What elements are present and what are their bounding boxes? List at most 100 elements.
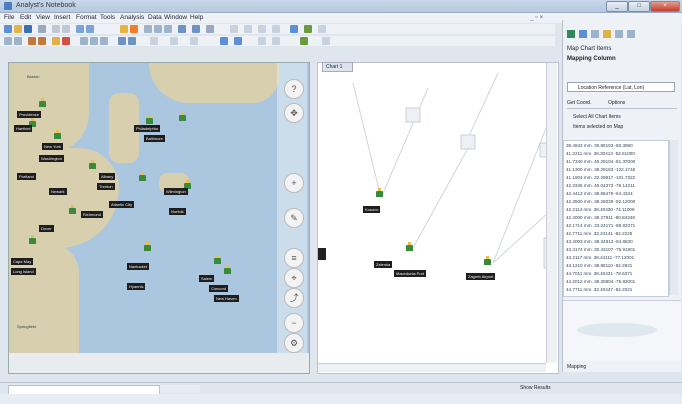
group-icon[interactable] <box>170 37 178 45</box>
ungroup-icon[interactable] <box>190 37 198 45</box>
list-item[interactable]: 39.4843 mm. 39.89193 -80.3980 <box>566 143 666 148</box>
new-icon[interactable] <box>4 25 12 33</box>
print-icon[interactable] <box>38 25 46 33</box>
settings-icon[interactable]: ⚙ <box>284 333 304 353</box>
route-icon[interactable] <box>627 30 635 38</box>
align-right-icon[interactable] <box>100 37 108 45</box>
menu-window[interactable]: Window <box>164 14 187 21</box>
menu-view[interactable]: View <box>36 14 50 21</box>
list-item[interactable]: 41.2211 mm. 38.30413 -52.61000 <box>566 151 666 156</box>
map-marker[interactable] <box>69 205 76 214</box>
list-item[interactable]: 42.4413 mm. 38.86479 -64.4344 <box>566 191 666 196</box>
map-marker[interactable] <box>214 255 221 264</box>
list-item[interactable]: 43.1210 mm. 38.88110 -92.2831 <box>566 263 666 268</box>
refresh-icon[interactable] <box>591 30 599 38</box>
menu-analysis[interactable]: Analysis <box>120 14 144 21</box>
close-button[interactable]: × <box>650 1 680 12</box>
font-color-icon[interactable] <box>62 37 70 45</box>
pointer-icon[interactable] <box>4 37 12 45</box>
chart-entity-icon[interactable] <box>406 242 413 251</box>
options-icon[interactable] <box>318 25 326 33</box>
list-item[interactable]: 42.7711 mm. 33.24141 -82.2225 <box>566 231 666 236</box>
menu-insert[interactable]: Insert <box>54 14 70 21</box>
send-back-icon[interactable] <box>128 37 136 45</box>
map-marker[interactable] <box>144 242 151 251</box>
find-icon[interactable] <box>230 25 238 33</box>
horizontal-scrollbar[interactable] <box>318 363 546 372</box>
minimize-button[interactable]: _ <box>606 1 628 12</box>
italic-icon[interactable] <box>38 37 46 45</box>
help-icon[interactable]: ? <box>284 79 304 99</box>
map-marker[interactable] <box>146 115 153 124</box>
list-item[interactable]: 44.2012 mm. 38.30804 -75.82001 <box>566 279 666 284</box>
marker-icon[interactable]: ⌖ <box>284 268 304 288</box>
undo-icon[interactable] <box>76 25 84 33</box>
tab-options[interactable]: Options <box>608 100 625 106</box>
zoom-in-icon[interactable]: + <box>284 173 304 193</box>
select-all-checkbox[interactable]: Select All Chart Items <box>573 114 621 120</box>
list-item[interactable]: 42.3500 mm. 38.28039 -92.12000 <box>566 199 666 204</box>
list-item[interactable]: 42.1714 mm. 33.24171 -88.82371 <box>566 223 666 228</box>
menu-tools[interactable]: Tools <box>100 14 115 21</box>
snapshot-icon[interactable] <box>258 37 266 45</box>
save-icon[interactable] <box>24 25 32 33</box>
geo-icon[interactable] <box>300 37 308 45</box>
map-marker[interactable] <box>139 172 146 181</box>
entity-icon[interactable] <box>130 25 138 33</box>
chart-entity-icon[interactable] <box>484 256 491 265</box>
mini-map[interactable] <box>563 300 681 361</box>
filter-icon[interactable] <box>615 30 623 38</box>
map-marker[interactable] <box>89 160 96 169</box>
arrange-icon[interactable] <box>206 25 214 33</box>
menu-file[interactable]: File <box>4 14 14 21</box>
bottom-tab-mapping[interactable]: Mapping <box>567 364 586 370</box>
cut-icon[interactable] <box>52 25 60 33</box>
copy-icon[interactable] <box>62 25 70 33</box>
select-icon[interactable] <box>144 25 152 33</box>
list-item[interactable]: 41.1804 mm. 32.29917 -101.7322 <box>566 175 666 180</box>
menu-data[interactable]: Data <box>148 14 162 21</box>
timeline-icon[interactable] <box>272 25 280 33</box>
menu-help[interactable]: Help <box>190 14 203 21</box>
chart-view[interactable]: Kosovo Zelenka Zagreb Airport Macedonia … <box>317 62 559 374</box>
open-icon[interactable] <box>14 25 22 33</box>
globe-icon[interactable] <box>579 30 587 38</box>
map-marker[interactable] <box>29 235 36 244</box>
maximize-button[interactable]: □ <box>628 1 650 12</box>
list-item[interactable]: 41.7340 mm. 40.29104 -81.37000 <box>566 159 666 164</box>
chart-node[interactable] <box>405 107 421 123</box>
filter-icon[interactable] <box>244 25 252 33</box>
list-item[interactable]: 42.3345 mm. 40.04373 -76.14211 <box>566 183 666 188</box>
chart-entity-icon[interactable] <box>376 188 383 197</box>
coordinate-list[interactable]: 39.4843 mm. 39.89193 -80.3980 41.2211 mm… <box>563 140 669 297</box>
list-item[interactable]: 42.2114 mm. 38.40430 -74.11009 <box>566 207 666 212</box>
bring-front-icon[interactable] <box>118 37 126 45</box>
grid-icon[interactable] <box>192 25 200 33</box>
location-dropdown[interactable]: Location Reference (Lat, Lon) <box>567 82 675 92</box>
link-icon[interactable] <box>120 25 128 33</box>
map-view[interactable]: Boston Providence Hartford New York Phil… <box>8 62 310 374</box>
fill-color-icon[interactable] <box>52 37 60 45</box>
tab-get-coord[interactable]: Get Coord. <box>567 100 591 106</box>
hide-icon[interactable] <box>220 37 228 45</box>
map-marker[interactable] <box>39 98 46 107</box>
chart-node[interactable] <box>460 134 476 150</box>
menu-format[interactable]: Format <box>76 14 97 21</box>
distribute-icon[interactable] <box>150 37 158 45</box>
zoom-out-icon[interactable] <box>164 25 172 33</box>
compare-icon[interactable] <box>272 37 280 45</box>
zoom-out-icon[interactable]: − <box>284 313 304 333</box>
align-left-icon[interactable] <box>80 37 88 45</box>
list-item[interactable]: 43.4174 mm. 30.43107 -75.91901 <box>566 247 666 252</box>
layer-icon[interactable]: ≡ <box>284 248 304 268</box>
compass-icon[interactable]: ✥ <box>284 103 304 123</box>
layout-icon[interactable] <box>178 25 186 33</box>
list-item[interactable]: 41.1300 mm. 38.29183 -122.1746 <box>566 167 666 172</box>
vertical-scrollbar[interactable] <box>546 63 557 363</box>
add-icon[interactable] <box>567 30 575 38</box>
route-icon[interactable]: ⤴ <box>284 288 304 308</box>
export-icon[interactable] <box>322 37 330 45</box>
pan-icon[interactable] <box>14 37 22 45</box>
draw-icon[interactable]: ✎ <box>284 208 304 228</box>
map-marker[interactable] <box>224 265 231 274</box>
